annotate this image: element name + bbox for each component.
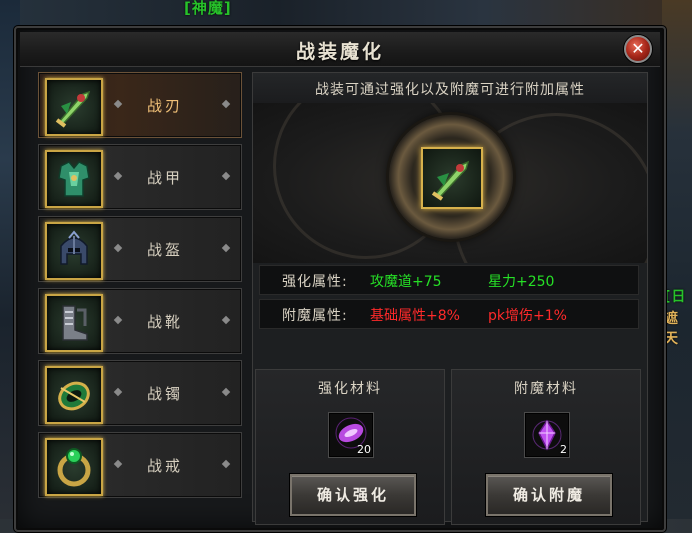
helmet-icon [45,222,103,280]
blade-icon [45,78,103,136]
boots-icon [45,294,103,352]
enhance-material-count: 20 [357,443,371,456]
sidebar-item-helmet[interactable]: 战盔 [38,216,242,282]
window-title: 战装魔化 [295,41,384,63]
sidebar-item-bracelet[interactable]: 战镯 [38,360,242,426]
enhance-materials-box: 强化材料 20 确认强化 [255,369,445,525]
enhance-material-slot[interactable]: 20 [328,412,374,458]
enchant-material-slot[interactable]: 2 [524,412,570,458]
sidebar-item-label: 战甲 [147,169,184,187]
sidebar-item-label: 战镯 [147,385,184,403]
scene-right-tag-1: [日 [664,289,687,305]
sidebar-item-label: 战戒 [147,457,184,475]
enhance-attribute-row: 强化属性: 攻魔道+75 星力+250 [259,265,639,295]
sidebar-item-blade[interactable]: 战刃 [38,72,242,138]
close-button[interactable]: ✕ [624,35,652,63]
confirm-enhance-button[interactable]: 确认强化 [290,474,416,516]
scene-guild-tag: [神魔] [184,0,232,17]
enchant-attribute-value-2: pk增伤+1% [488,308,567,324]
bracelet-icon [45,366,103,424]
description-text: 战装可通过强化以及附魔可进行附加属性 [315,82,585,98]
enhance-attribute-label: 强化属性: [282,274,348,290]
sidebar-item-label: 战靴 [147,313,184,331]
game-scene-right [662,0,692,533]
description-bar: 战装可通过强化以及附魔可进行附加属性 [253,73,647,104]
confirm-enchant-button[interactable]: 确认附魔 [486,474,612,516]
enchant-panel: 战装可通过强化以及附魔可进行附加属性 强化属性: 攻魔道+75 星力+250 附… [252,72,648,525]
scene-right-tag-2: 遮天 [664,311,679,347]
enchant-attribute-label: 附魔属性: [282,308,348,324]
sidebar-item-ring[interactable]: 战戒 [38,432,242,498]
enchant-materials-box: 附魔材料 2 确认附魔 [451,369,641,525]
sidebar-item-armor[interactable]: 战甲 [38,144,242,210]
enchant-attribute-value-1: 基础属性+8% [370,308,460,324]
enchant-material-count: 2 [560,443,567,456]
game-scene-top [0,0,692,28]
enchant-materials-title: 附魔材料 [514,381,578,397]
enchant-attribute-row: 附魔属性: 基础属性+8% pk增伤+1% [259,299,639,329]
window-titlebar: 战装魔化 ✕ [20,32,660,67]
sidebar-item-label: 战盔 [147,241,184,259]
selected-equipment-slot[interactable] [421,147,483,209]
enhance-attribute-value-1: 攻魔道+75 [370,274,442,290]
enhance-materials-title: 强化材料 [318,381,382,397]
equipment-display [253,103,647,263]
close-icon: ✕ [631,39,645,58]
enhance-attribute-value-2: 星力+250 [488,274,555,290]
sidebar-item-boots[interactable]: 战靴 [38,288,242,354]
blade-icon [431,160,470,201]
armor-icon [45,150,103,208]
enchant-window: 战装魔化 ✕ 战刃 战甲 战盔 战靴 战镯 战戒 战装可通过强化以及附魔可进行附… [14,26,666,532]
sidebar-item-label: 战刃 [147,97,184,115]
ring-icon [45,438,103,496]
